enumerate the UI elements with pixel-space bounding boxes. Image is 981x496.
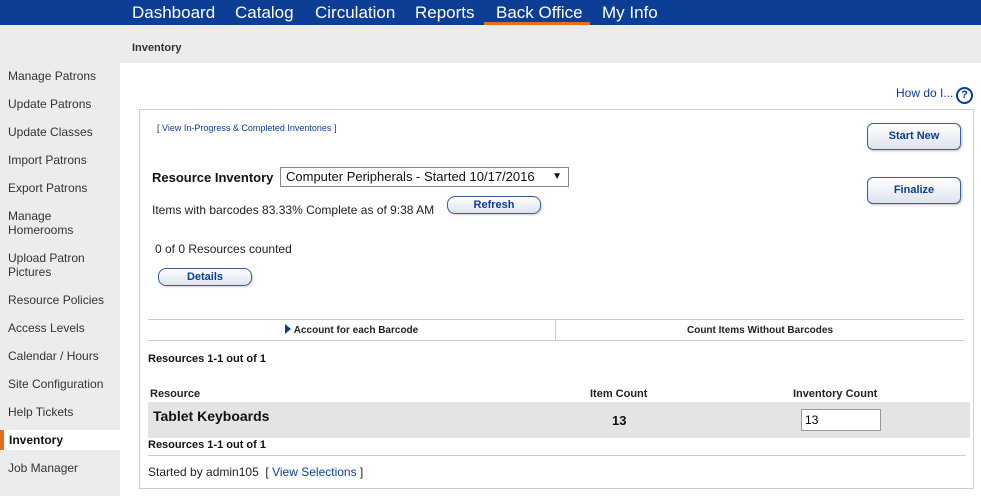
sidebar-item-resource-policies[interactable]: Resource Policies <box>0 293 120 307</box>
top-navigation-bar: Dashboard Catalog Circulation Reports Ba… <box>0 0 981 25</box>
resource-name: Tablet Keyboards <box>153 408 270 424</box>
question-circle-icon[interactable]: ? <box>956 87 973 104</box>
sidebar-item-access-levels[interactable]: Access Levels <box>0 321 120 335</box>
sidebar-item-inventory[interactable]: Inventory <box>0 430 120 450</box>
sidebar-item-update-classes[interactable]: Update Classes <box>0 125 120 139</box>
tab-account-for-each-barcode[interactable]: Account for each Barcode <box>148 320 556 341</box>
barcode-status-text: Items with barcodes 83.33% Complete as o… <box>152 203 435 217</box>
sidebar-item-job-manager[interactable]: Job Manager <box>0 461 120 475</box>
bracket-close: ] <box>331 123 337 133</box>
view-inventories-link[interactable]: View In-Progress & Completed Inventories <box>162 123 331 133</box>
sidebar-item-import-patrons[interactable]: Import Patrons <box>0 153 120 167</box>
sidebar-item-help-tickets[interactable]: Help Tickets <box>0 405 120 419</box>
sidebar-item-calendar-hours[interactable]: Calendar / Hours <box>0 349 120 363</box>
column-header-inventory-count: Inventory Count <box>793 388 878 400</box>
item-count-value: 13 <box>612 413 627 428</box>
sidebar-item-upload-patron-pictures[interactable]: Upload Patron Pictures <box>0 251 100 279</box>
table-row: Tablet Keyboards 13 <box>148 402 970 438</box>
inventory-count-input[interactable] <box>801 409 881 431</box>
inventory-panel: [ View In-Progress & Completed Inventori… <box>139 109 974 489</box>
inventory-select-value: Computer Peripherals - Started 10/17/201… <box>286 169 535 184</box>
started-by-text: Started by admin105 [ View Selections ] <box>148 465 363 479</box>
how-do-i-link[interactable]: How do I... <box>896 86 953 100</box>
resources-counted-text: 0 of 0 Resources counted <box>155 242 292 256</box>
sidebar-item-site-configuration[interactable]: Site Configuration <box>0 377 120 391</box>
nav-dashboard[interactable]: Dashboard <box>132 0 215 25</box>
inventory-tabs: Account for each Barcode Count Items Wit… <box>148 319 964 341</box>
sidebar-item-update-patrons[interactable]: Update Patrons <box>0 97 120 111</box>
view-selections-link[interactable]: View Selections <box>272 465 357 479</box>
subheader-bar: Inventory <box>0 25 981 63</box>
nav-circulation[interactable]: Circulation <box>315 0 395 25</box>
resource-inventory-label: Resource Inventory <box>152 170 274 185</box>
results-count-top: Resources 1-1 out of 1 <box>148 353 266 365</box>
start-new-button[interactable]: Start New <box>867 123 961 150</box>
page-title: Inventory <box>132 42 182 54</box>
results-count-bottom: Resources 1-1 out of 1 <box>148 439 266 451</box>
column-header-resource: Resource <box>150 388 201 400</box>
finalize-button[interactable]: Finalize <box>867 177 961 204</box>
sidebar-item-manage-patrons[interactable]: Manage Patrons <box>0 69 120 83</box>
divider <box>148 455 966 456</box>
column-header-item-count: Item Count <box>590 388 648 400</box>
view-inventories-link-wrapper: [ View In-Progress & Completed Inventori… <box>157 123 336 133</box>
tab-count-items-without-barcodes[interactable]: Count Items Without Barcodes <box>556 320 964 341</box>
refresh-button[interactable]: Refresh <box>447 196 541 214</box>
nav-reports[interactable]: Reports <box>415 0 475 25</box>
bracket-close: ] <box>356 465 364 479</box>
details-button[interactable]: Details <box>158 268 252 286</box>
sidebar-item-manage-homerooms[interactable]: Manage Homerooms <box>0 209 80 237</box>
triangle-right-icon <box>284 324 291 334</box>
nav-my-info[interactable]: My Info <box>602 0 658 25</box>
started-by-label: Started by admin105 <box>148 465 259 479</box>
dropdown-arrow-icon: ▼ <box>552 171 562 182</box>
nav-catalog[interactable]: Catalog <box>235 0 294 25</box>
tab-label: Account for each Barcode <box>293 325 419 336</box>
inventory-select[interactable]: Computer Peripherals - Started 10/17/201… <box>280 167 569 187</box>
sidebar-item-export-patrons[interactable]: Export Patrons <box>0 181 120 195</box>
sidebar: Manage Patrons Update Patrons Update Cla… <box>0 63 120 496</box>
nav-back-office[interactable]: Back Office <box>484 0 590 25</box>
